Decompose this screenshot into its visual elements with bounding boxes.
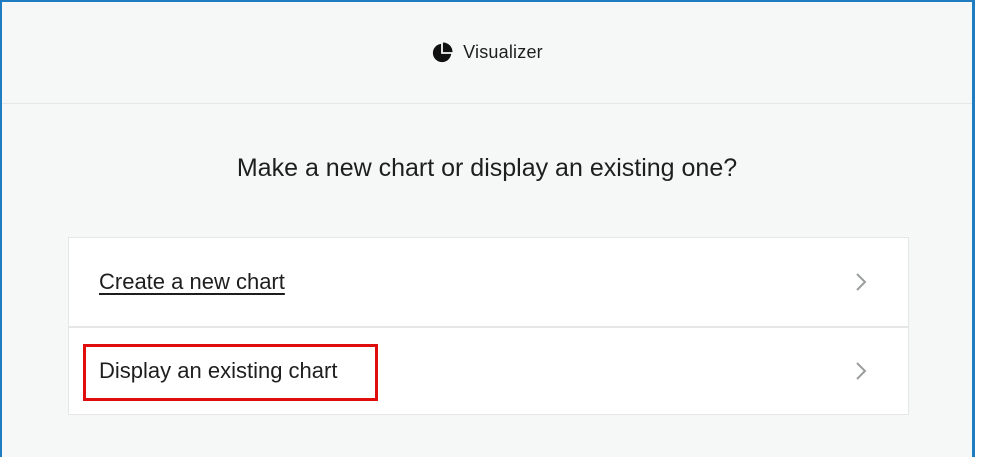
page-question: Make a new chart or display an existing … xyxy=(236,154,738,182)
display-existing-chart-link[interactable]: Display an existing chart xyxy=(99,358,337,384)
header: Visualizer xyxy=(2,2,972,104)
pie-chart-icon xyxy=(433,41,453,62)
create-new-chart-link[interactable]: Create a new chart xyxy=(99,269,285,295)
app-title: Visualizer xyxy=(463,42,543,62)
chevron-right-icon xyxy=(856,273,867,291)
options-list: Create a new chart Display an existing c… xyxy=(68,237,909,415)
display-existing-chart-option[interactable]: Display an existing chart xyxy=(69,326,908,414)
chevron-right-icon xyxy=(856,362,867,380)
visualizer-panel: Visualizer Make a new chart or display a… xyxy=(0,0,975,457)
create-new-chart-option[interactable]: Create a new chart xyxy=(69,238,908,326)
